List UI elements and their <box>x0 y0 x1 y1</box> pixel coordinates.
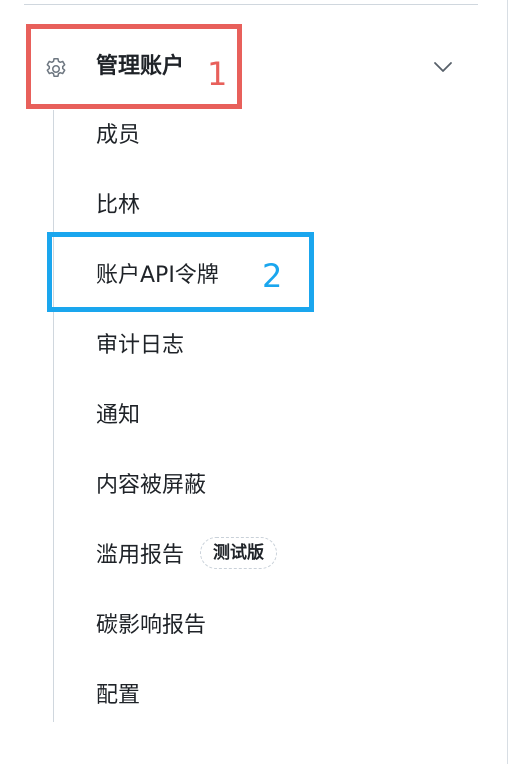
sidebar-item-audit-log[interactable]: 审计日志 <box>96 326 184 366</box>
submenu-tree-line <box>53 110 54 722</box>
sidebar-item-notifications[interactable]: 通知 <box>96 396 140 436</box>
sidebar-item-label: 碳影响报告 <box>96 613 207 638</box>
sidebar-item-label: 配置 <box>96 683 141 708</box>
sidebar-item-label: 比林 <box>96 193 141 218</box>
sidebar-item-label: 账户API令牌 <box>96 263 219 288</box>
annotation-number-1: 1 <box>207 55 228 93</box>
sidebar-item-billing[interactable]: 比林 <box>96 186 140 226</box>
sidebar-item-label: 通知 <box>96 403 141 428</box>
sidebar-item-abuse-reports[interactable]: 滥用报告 测试版 <box>96 536 278 576</box>
sidebar-item-members[interactable]: 成员 <box>96 116 140 156</box>
panel-right-border <box>507 0 508 764</box>
manage-account-section-header[interactable]: 管理账户 <box>24 40 470 96</box>
sidebar-item-carbon-impact-report[interactable]: 碳影响报告 <box>96 606 206 646</box>
sidebar-item-label: 滥用报告 <box>96 543 185 568</box>
sidebar-item-configuration[interactable]: 配置 <box>96 676 140 716</box>
sidebar-item-label: 成员 <box>96 123 141 148</box>
sidebar-item-label: 审计日志 <box>96 333 185 358</box>
chevron-down-icon[interactable] <box>432 59 454 75</box>
beta-badge: 测试版 <box>200 537 278 569</box>
top-divider <box>24 4 478 5</box>
gear-icon <box>46 57 66 78</box>
annotation-number-2: 2 <box>262 257 283 295</box>
sidebar-item-label: 内容被屏蔽 <box>96 473 207 498</box>
manage-account-label: 管理账户 <box>96 54 185 79</box>
sidebar-item-account-api-tokens[interactable]: 账户API令牌 <box>96 256 219 296</box>
sidebar-item-blocked-content[interactable]: 内容被屏蔽 <box>96 466 206 506</box>
